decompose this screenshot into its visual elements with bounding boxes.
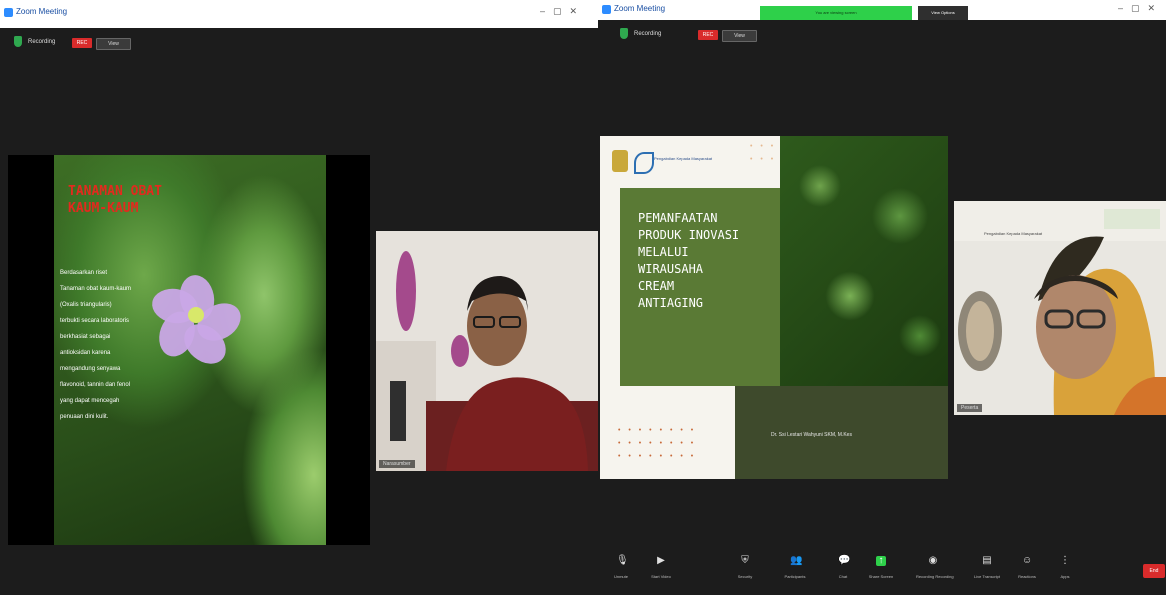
institution-logo: Pengabdian Kepada Masyarakat	[612, 146, 732, 180]
logo-mark-icon	[634, 152, 654, 174]
transcript-icon: ▤	[982, 555, 992, 566]
slide-body-line: yang dapat mencegah	[60, 398, 120, 404]
rec-indicator-button[interactable]: REC	[698, 30, 718, 40]
shared-slide-right: Pengabdian Kepada Masyarakat PEMANFAATAN…	[600, 136, 948, 479]
chat-icon: 💬	[838, 555, 851, 566]
participant-name-tag: Peserta	[957, 404, 983, 412]
toolbar-label: Reactions	[1018, 574, 1036, 579]
security-button[interactable]: ⛨ Security	[728, 555, 762, 580]
slide-title-line: CREAM	[638, 279, 675, 293]
chat-button[interactable]: 💬 Chat	[826, 555, 860, 580]
plant-photo	[780, 136, 948, 386]
start-video-button[interactable]: ▶ Start Video	[644, 555, 678, 580]
slide-title: PEMANFAATAN PRODUK INOVASI MELALUI WIRAU…	[638, 210, 778, 312]
participants-button[interactable]: 👥 Participants	[778, 555, 812, 580]
toolbar-label: Chat	[838, 574, 848, 579]
apps-button[interactable]: ⋮ Apps	[1048, 555, 1082, 580]
participant-banner: Pengabdian Kepada Masyarakat	[984, 231, 1043, 236]
left-zoom-window: Zoom Meeting –▢✕ Recording REC View TANA…	[0, 0, 598, 595]
share-screen-button[interactable]: ↑ Share Screen	[864, 556, 898, 580]
toolbar-label: Start Video	[651, 574, 671, 579]
record-icon: ◉	[928, 555, 938, 566]
right-zoom-window: Zoom Meeting –▢✕ Recording REC View Peng…	[598, 0, 1166, 595]
toolbar-label: Share Screen	[868, 574, 894, 579]
toolbar-label: Apps	[1060, 574, 1070, 579]
slide-body-line: penuaan dini kulit.	[60, 414, 109, 420]
dots-decoration: • • • • • •	[750, 143, 777, 163]
participant-video-tile[interactable]: Narasumber	[376, 231, 598, 471]
zoom-logo-icon	[4, 8, 13, 17]
participants-icon: 👥	[790, 555, 803, 566]
slide-title: TANAMAN OBAT KAUM-KAUM	[68, 183, 188, 217]
slide-title-line: ANTIAGING	[638, 296, 704, 310]
toolbar-label: Participants	[784, 574, 806, 579]
leaf-background-image: TANAMAN OBAT KAUM-KAUM Berdasarkan riset…	[54, 155, 326, 545]
apps-icon: ⋮	[1060, 555, 1070, 566]
participant-name-tag: Narasumber	[379, 460, 415, 468]
screen-share-banner[interactable]: You are viewing screen	[760, 6, 912, 20]
logo-text: Pengabdian Kepada Masyarakat	[654, 156, 713, 161]
meeting-toolbar: 🎙 Unmute ▶ Start Video ⛨ Security 👥 Part…	[600, 548, 1166, 595]
emblem-icon	[612, 150, 628, 172]
recording-button[interactable]: ◉ Recording Recording	[916, 555, 954, 580]
right-window-title: Zoom Meeting	[614, 4, 666, 13]
view-button[interactable]: View	[722, 30, 757, 42]
slide-title-line: TANAMAN OBAT	[68, 184, 162, 199]
slide-author: Dr. Ssi Lestari Wahyuni SKM, M.Kes	[771, 432, 852, 438]
author-panel: Dr. Ssi Lestari Wahyuni SKM, M.Kes	[735, 386, 948, 479]
encryption-shield-icon[interactable]	[14, 36, 22, 47]
window-controls-icon[interactable]: –▢✕	[540, 6, 585, 17]
toolbar-label: Live Transcript	[973, 574, 1000, 579]
slide-title-line: KAUM-KAUM	[68, 201, 139, 216]
slide-title-line: PEMANFAATAN	[638, 211, 718, 225]
rec-indicator-button[interactable]: REC	[72, 38, 92, 48]
recording-label: Recording	[634, 31, 662, 37]
view-button[interactable]: View	[96, 38, 131, 50]
slide-title-line: WIRAUSAHA	[638, 262, 704, 276]
slide-title-line: MELALUI	[638, 245, 689, 259]
slide-body-line: flavonoid, tannin dan fenol	[60, 382, 131, 388]
left-window-title: Zoom Meeting	[16, 7, 68, 16]
right-meeting-topbar: Recording REC View	[598, 20, 1166, 48]
end-meeting-button[interactable]: End	[1143, 564, 1165, 578]
reactions-icon: ☺	[1022, 555, 1033, 566]
encryption-shield-icon[interactable]	[620, 28, 628, 39]
window-controls-icon[interactable]: –▢✕	[1118, 3, 1163, 14]
purple-flower-image	[149, 272, 248, 372]
shield-icon: ⛨	[741, 555, 749, 566]
left-title-bar: Zoom Meeting –▢✕	[0, 0, 598, 28]
share-screen-icon: ↑	[876, 556, 886, 566]
participant-video-tile[interactable]: Pengabdian Kepada Masyarakat Peserta	[954, 201, 1166, 415]
left-meeting-topbar: Recording REC View	[0, 28, 598, 56]
video-icon: ▶	[657, 555, 665, 566]
zoom-logo-icon	[602, 5, 611, 14]
recording-label: Recording	[28, 39, 56, 45]
shared-slide-left: TANAMAN OBAT KAUM-KAUM Berdasarkan riset…	[8, 155, 370, 545]
unmute-button[interactable]: 🎙 Unmute	[604, 555, 638, 580]
toolbar-label: Unmute	[613, 574, 628, 579]
dots-decoration: • • • • • • • • • • • • • • • • • • • • • …	[618, 427, 697, 460]
toolbar-label: Security	[737, 574, 753, 579]
speaker-video-frame	[376, 231, 598, 471]
reactions-button[interactable]: ☺ Reactions	[1010, 555, 1044, 580]
toolbar-label: Recording Recording	[916, 574, 954, 579]
live-transcript-button[interactable]: ▤ Live Transcript	[970, 555, 1004, 580]
slide-title-panel: PEMANFAATAN PRODUK INOVASI MELALUI WIRAU…	[620, 188, 780, 386]
view-options-button[interactable]: View Options	[918, 6, 968, 20]
slide-title-line: PRODUK INOVASI	[638, 228, 740, 242]
microphone-icon: 🎙	[616, 555, 629, 566]
